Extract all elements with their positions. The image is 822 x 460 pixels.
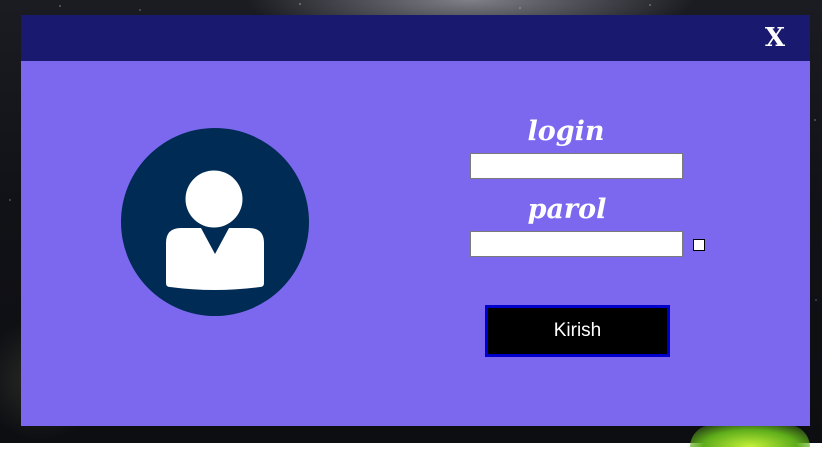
login-button[interactable]: Kirish: [485, 305, 670, 357]
password-label: parol: [527, 194, 607, 225]
login-window: X login parol Kirish: [21, 15, 810, 426]
glowing-tent-image: [690, 425, 810, 447]
user-silhouette-icon: [166, 170, 264, 290]
title-bar[interactable]: X: [21, 15, 810, 61]
close-button[interactable]: X: [760, 22, 790, 54]
show-password-checkbox[interactable]: [693, 239, 705, 251]
login-label: login: [527, 116, 605, 147]
login-input[interactable]: [470, 153, 683, 179]
user-avatar-icon: [121, 128, 309, 316]
password-input[interactable]: [470, 231, 683, 257]
